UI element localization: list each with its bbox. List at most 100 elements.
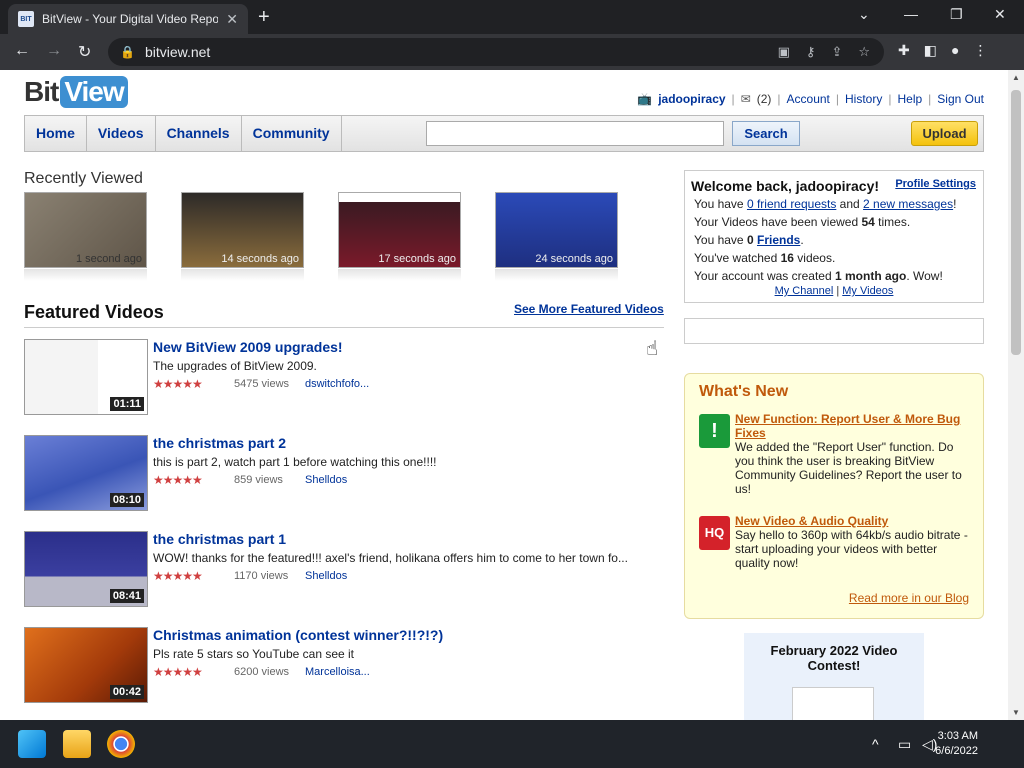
whats-new-item-title[interactable]: New Function: Report User & More Bug Fix…	[735, 412, 973, 440]
contest-title[interactable]: February 2022 Video Contest!	[744, 643, 924, 673]
video-title[interactable]: the christmas part 1	[153, 531, 286, 547]
whats-new-item-text: Say hello to 360p with 64kb/s audio bitr…	[735, 528, 968, 570]
video-thumbnail[interactable]: 01:11	[24, 339, 148, 415]
welcome-line-friends: You have 0 Friends.	[694, 233, 804, 247]
video-author-link[interactable]: dswitchfofo...	[305, 378, 369, 390]
help-link[interactable]: Help	[897, 92, 922, 106]
read-more-blog-link[interactable]: Read more in our Blog	[849, 591, 969, 605]
bookmark-star-icon[interactable]: ☆	[858, 44, 870, 60]
scrollbar-thumb[interactable]	[1011, 90, 1021, 355]
account-link[interactable]: Account	[787, 92, 830, 106]
reload-icon[interactable]: ↻	[78, 42, 91, 62]
scroll-up-icon[interactable]: ▲	[1012, 73, 1020, 82]
friend-requests-link[interactable]: 0 friend requests	[747, 197, 836, 211]
search-button[interactable]: Search	[732, 121, 800, 146]
video-author-link[interactable]: Shelldos	[305, 474, 347, 486]
system-clock[interactable]: 3:03 AM 6/6/2022	[935, 729, 978, 759]
key-icon[interactable]: ⚷	[806, 44, 816, 60]
video-item: 01:11 New BitView 2009 upgrades! The upg…	[24, 339, 664, 415]
windows-taskbar: ^ ▭ ◁) 3:03 AM 6/6/2022	[0, 720, 1024, 768]
video-description: this is part 2, watch part 1 before watc…	[153, 455, 437, 469]
menu-kebab-icon[interactable]: ⋮	[973, 42, 987, 59]
scroll-down-icon[interactable]: ▼	[1012, 708, 1020, 717]
rating-stars: ★★★★★	[153, 473, 203, 487]
nav-videos[interactable]: Videos	[87, 116, 156, 151]
video-thumbnail[interactable]: 08:10	[24, 435, 148, 511]
message-count[interactable]: (2)	[757, 92, 772, 106]
browser-tab[interactable]: BIT BitView - Your Digital Video Repo ✕	[8, 4, 248, 34]
search-input[interactable]	[426, 121, 724, 146]
welcome-line-views: Your Videos have been viewed 54 times.	[694, 215, 911, 229]
profile-settings-link[interactable]: Profile Settings	[895, 178, 976, 190]
show-hidden-icons-icon[interactable]: ^	[872, 736, 879, 752]
divider	[24, 327, 664, 328]
whats-new-title: What's New	[699, 383, 789, 400]
upload-button[interactable]: Upload	[911, 121, 978, 146]
rating-stars: ★★★★★	[153, 665, 203, 679]
mail-icon[interactable]: ✉	[741, 92, 751, 106]
popup-blocked-icon[interactable]: ▣	[778, 44, 790, 60]
my-channel-link[interactable]: My Channel	[775, 285, 834, 297]
video-duration: 01:11	[110, 397, 144, 411]
minimize-icon[interactable]: —	[904, 6, 918, 22]
new-tab-icon[interactable]: +	[258, 6, 270, 29]
video-title[interactable]: New BitView 2009 upgrades!	[153, 339, 343, 355]
url-text: bitview.net	[144, 44, 211, 60]
profile-avatar-icon[interactable]: ●	[951, 42, 959, 59]
whats-new-item-text: We added the "Report User" function. Do …	[735, 440, 962, 496]
address-bar[interactable]: 🔒 bitview.net ▣ ⚷ ⇪ ☆	[108, 38, 884, 66]
close-window-icon[interactable]: ✕	[994, 6, 1006, 23]
recent-thumb-1[interactable]: 1 second ago	[24, 192, 147, 268]
user-bar: 📺 jadoopiracy | ✉ (2) | Account | Histor…	[637, 92, 984, 106]
my-videos-link[interactable]: My Videos	[842, 285, 893, 297]
video-duration: 00:42	[109, 685, 144, 699]
recent-time: 14 seconds ago	[221, 253, 299, 265]
video-title[interactable]: the christmas part 2	[153, 435, 286, 451]
video-description: WOW! thanks for the featured!!! axel's f…	[153, 551, 628, 565]
nav-home[interactable]: Home	[25, 116, 87, 151]
restore-icon[interactable]: ❐	[950, 6, 963, 23]
video-description: The upgrades of BitView 2009.	[153, 359, 317, 373]
forward-icon[interactable]: →	[46, 42, 62, 60]
tab-close-icon[interactable]: ✕	[226, 11, 238, 28]
video-author-link[interactable]: Marcelloisa...	[305, 666, 370, 678]
file-explorer-icon[interactable]	[63, 730, 91, 758]
video-duration: 08:10	[109, 493, 144, 507]
history-link[interactable]: History	[845, 92, 882, 106]
recent-thumb-3[interactable]: 17 seconds ago	[338, 192, 461, 268]
network-icon[interactable]: ▭	[898, 736, 911, 753]
video-duration: 08:41	[109, 589, 144, 603]
see-more-featured-link[interactable]: See More Featured Videos	[514, 302, 664, 316]
page-scrollbar[interactable]: ▲ ▼	[1008, 70, 1024, 720]
tab-title: BitView - Your Digital Video Repo	[42, 12, 219, 26]
windows-start-icon[interactable]	[18, 730, 46, 758]
recent-thumb-2[interactable]: 14 seconds ago	[181, 192, 304, 268]
bitview-logo[interactable]: Bit View	[24, 76, 128, 108]
tab-search-icon[interactable]: ⌄	[858, 6, 870, 23]
recent-thumb-4[interactable]: 24 seconds ago	[495, 192, 618, 268]
whats-new-item-title[interactable]: New Video & Audio Quality	[735, 514, 973, 528]
side-panel-icon[interactable]: ◧	[924, 42, 937, 59]
video-description: Pls rate 5 stars so YouTube can see it	[153, 647, 355, 661]
video-title[interactable]: Christmas animation (contest winner?!!?!…	[153, 627, 443, 643]
nav-channels[interactable]: Channels	[156, 116, 242, 151]
welcome-line-watched: You've watched 16 videos.	[694, 251, 836, 265]
video-thumbnail[interactable]: 00:42	[24, 627, 148, 703]
video-views: 6200 views	[234, 666, 290, 678]
share-icon[interactable]: ⇪	[831, 44, 842, 60]
chrome-icon[interactable]	[107, 730, 135, 758]
recent-time: 17 seconds ago	[378, 253, 456, 265]
extensions-puzzle-icon[interactable]: ✚	[898, 42, 910, 59]
video-thumbnail[interactable]: 08:41	[24, 531, 148, 607]
contest-image[interactable]	[792, 687, 874, 720]
back-icon[interactable]: ←	[14, 42, 30, 60]
username-link[interactable]: jadoopiracy	[658, 92, 725, 106]
video-author-link[interactable]: Shelldos	[305, 570, 347, 582]
welcome-box: Welcome back, jadoopiracy! Profile Setti…	[684, 170, 984, 303]
friends-link[interactable]: Friends	[757, 233, 800, 247]
clock-time: 3:03 AM	[937, 730, 978, 742]
nav-community[interactable]: Community	[242, 116, 342, 151]
sign-out-link[interactable]: Sign Out	[937, 92, 984, 106]
new-messages-link[interactable]: 2 new messages	[863, 197, 953, 211]
recent-time: 1 second ago	[75, 253, 142, 265]
